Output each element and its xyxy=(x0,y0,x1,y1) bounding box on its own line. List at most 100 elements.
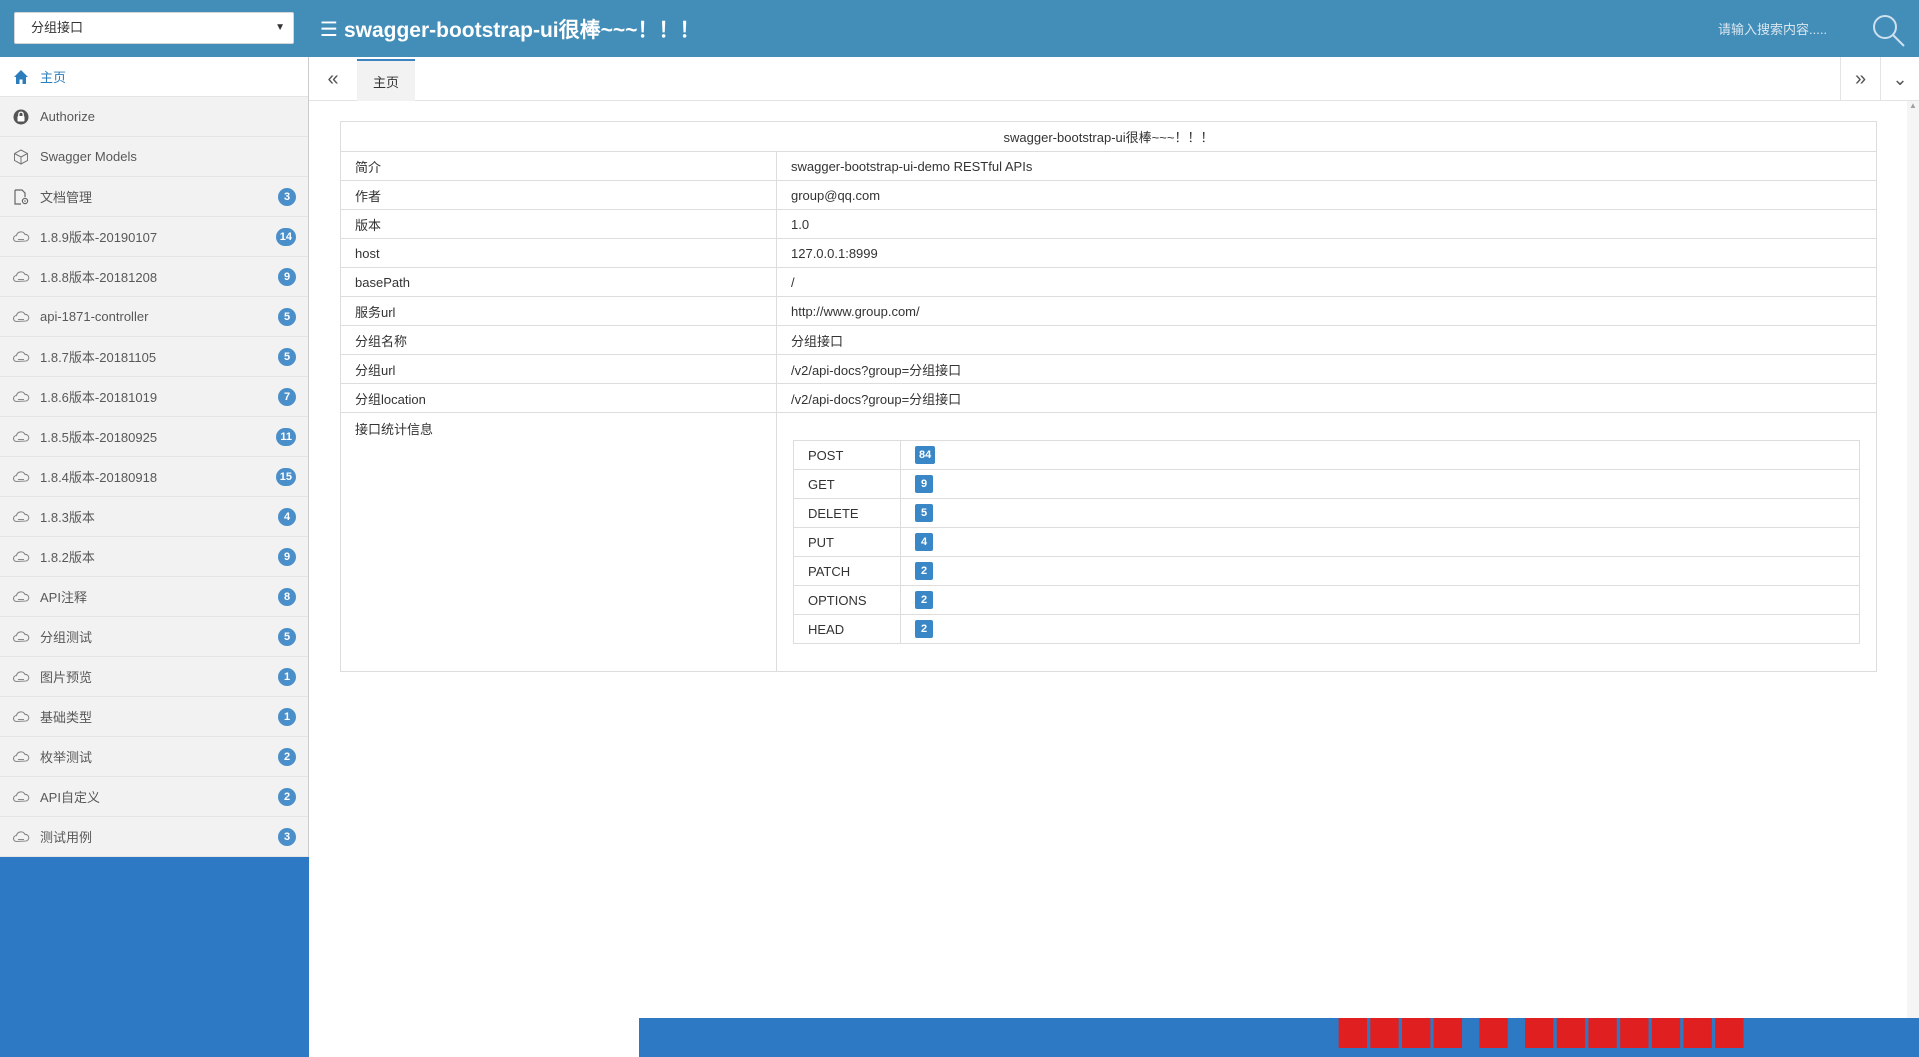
info-value: / xyxy=(776,267,1877,297)
cloud-icon xyxy=(12,468,30,486)
sidebar-item-label: 1.8.9版本-20190107 xyxy=(40,230,158,245)
sidebar-item[interactable]: 1.8.9版本-20190107 14 xyxy=(0,217,308,257)
http-method: OPTIONS xyxy=(793,585,901,615)
info-key: 作者 xyxy=(340,180,777,210)
sidebar-item-label: API自定义 xyxy=(40,790,100,805)
method-row: OPTIONS 2 xyxy=(793,585,1860,615)
sidebar-item-label: 图片预览 xyxy=(40,670,93,685)
table-row: 分组名称 分组接口 xyxy=(340,325,1877,355)
sidebar-item[interactable]: 1.8.6版本-20181019 7 xyxy=(0,377,308,417)
document-gear-icon xyxy=(12,188,30,206)
sidebar-item-label: api-1871-controller xyxy=(40,309,149,324)
table-row: 分组location/v2/api-docs?group=分组接口 xyxy=(340,383,1877,413)
sidebar-item-label: 枚举测试 xyxy=(40,750,93,765)
method-count-badge: 9 xyxy=(915,475,933,493)
http-method: PUT xyxy=(793,527,901,557)
sidebar-item[interactable]: Swagger Models xyxy=(0,137,308,177)
sidebar-nav: 主页 Authorize Swagger Models 文档管理 3 1.8.9版本-20… xyxy=(0,57,309,857)
tab-scroll-right-icon[interactable]: » xyxy=(1840,57,1880,101)
method-count-badge: 2 xyxy=(915,562,933,580)
sidebar-item[interactable]: Authorize xyxy=(0,97,308,137)
http-method: POST xyxy=(793,440,901,470)
cloud-icon xyxy=(12,748,30,766)
sidebar-item-label: 分组测试 xyxy=(40,630,93,645)
sidebar-item-label: 1.8.7版本-20181105 xyxy=(40,350,157,365)
sidebar: 主页 Authorize Swagger Models 文档管理 3 1.8.9版本-20… xyxy=(0,57,309,1057)
stats-cell: POST 84 GET 9 DELETE 5 PUT 4 PATCH 2 OPTIONS 2 HEAD 2 xyxy=(776,412,1877,672)
cloud-icon xyxy=(12,668,30,686)
info-value: /v2/api-docs?group=分组接口 xyxy=(776,354,1877,384)
method-row: DELETE 5 xyxy=(793,498,1860,528)
search-input[interactable] xyxy=(1718,18,1868,40)
sidebar-item[interactable]: 主页 xyxy=(0,57,308,97)
sidebar-item[interactable]: 1.8.5版本-20180925 11 xyxy=(0,417,308,457)
method-row: PATCH 2 xyxy=(793,556,1860,586)
cloud-icon xyxy=(12,508,30,526)
sidebar-item-label: API注释 xyxy=(40,590,87,605)
info-value: 127.0.0.1:8999 xyxy=(776,238,1877,268)
method-count-cell: 4 xyxy=(900,527,1860,557)
count-badge: 3 xyxy=(278,188,296,206)
info-value: 1.0 xyxy=(776,209,1877,239)
count-badge: 9 xyxy=(278,268,296,286)
info-value: swagger-bootstrap-ui-demo RESTful APIs xyxy=(776,151,1877,181)
table-row: 版本 1.0 xyxy=(340,209,1877,239)
method-count-badge: 4 xyxy=(915,533,933,551)
cloud-icon xyxy=(12,308,30,326)
sidebar-item-label: Authorize xyxy=(40,109,95,124)
http-method: PATCH xyxy=(793,556,901,586)
method-row: POST 84 xyxy=(793,440,1860,470)
sidebar-item[interactable]: API注释 8 xyxy=(0,577,308,617)
count-badge: 1 xyxy=(278,708,296,726)
info-value: 分组接口 xyxy=(776,325,1877,355)
cloud-icon xyxy=(12,428,30,446)
tab-menu-chevron-icon[interactable]: ⌄ xyxy=(1880,57,1919,101)
count-badge: 9 xyxy=(278,548,296,566)
sidebar-item-label: 1.8.6版本-20181019 xyxy=(40,390,158,405)
home-icon xyxy=(12,68,30,86)
tab-home[interactable]: 主页 xyxy=(357,59,415,101)
cloud-icon xyxy=(12,588,30,606)
sidebar-item[interactable]: 分组测试 5 xyxy=(0,617,308,657)
search-icon[interactable] xyxy=(1868,10,1908,50)
http-method: HEAD xyxy=(793,614,901,644)
sidebar-item[interactable]: api-1871-controller 5 xyxy=(0,297,308,337)
info-value: /v2/api-docs?group=分组接口 xyxy=(776,383,1877,413)
sidebar-item[interactable]: 枚举测试 2 xyxy=(0,737,308,777)
content-scrollbar[interactable] xyxy=(1907,101,1919,1057)
sidebar-item[interactable]: 文档管理 3 xyxy=(0,177,308,217)
sidebar-item[interactable]: 1.8.4版本-20180918 15 xyxy=(0,457,308,497)
info-key: 分组location xyxy=(340,383,777,413)
count-badge: 11 xyxy=(276,428,296,446)
table-row: 分组url/v2/api-docs?group=分组接口 xyxy=(340,354,1877,384)
table-row: 简介 swagger-bootstrap-ui-demo RESTful APIs xyxy=(340,151,1877,181)
sidebar-item[interactable]: 1.8.8版本-20181208 9 xyxy=(0,257,308,297)
table-row: host 127.0.0.1:8999 xyxy=(340,238,1877,268)
tab-scroll-left-icon[interactable]: « xyxy=(309,57,357,101)
sidebar-item-label: 测试用例 xyxy=(40,830,93,845)
sidebar-item[interactable]: API自定义 2 xyxy=(0,777,308,817)
method-stats-table: POST 84 GET 9 DELETE 5 PUT 4 PATCH 2 OPTIONS 2 HEAD 2 xyxy=(793,440,1860,644)
scroll-up-icon[interactable]: ▲ xyxy=(1907,101,1919,113)
sidebar-item[interactable]: 图片预览 1 xyxy=(0,657,308,697)
sidebar-item-label: 文档管理 xyxy=(40,190,93,205)
count-badge: 8 xyxy=(278,588,296,606)
sidebar-item[interactable]: 1.8.7版本-20181105 5 xyxy=(0,337,308,377)
sidebar-item[interactable]: 1.8.2版本 9 xyxy=(0,537,308,577)
info-value: group@qq.com xyxy=(776,180,1877,210)
cloud-icon xyxy=(12,708,30,726)
method-count-cell: 2 xyxy=(900,585,1860,615)
table-row: 作者 group@qq.com xyxy=(340,180,1877,210)
page-title: swagger-bootstrap-ui很棒~~~！！！ xyxy=(343,19,701,42)
info-key: 分组url xyxy=(340,354,777,384)
sidebar-item[interactable]: 测试用例 3 xyxy=(0,817,308,857)
menu-toggle-icon[interactable]: ☰ xyxy=(320,17,338,42)
count-badge: 7 xyxy=(278,388,296,406)
info-key: basePath xyxy=(340,267,777,297)
stats-label: 接口统计信息 xyxy=(340,412,777,672)
count-badge: 15 xyxy=(275,468,296,486)
group-select[interactable]: 分组接口 ▼ xyxy=(14,12,294,44)
sidebar-item[interactable]: 基础类型 1 xyxy=(0,697,308,737)
sidebar-item[interactable]: 1.8.3版本 4 xyxy=(0,497,308,537)
cloud-icon xyxy=(12,548,30,566)
